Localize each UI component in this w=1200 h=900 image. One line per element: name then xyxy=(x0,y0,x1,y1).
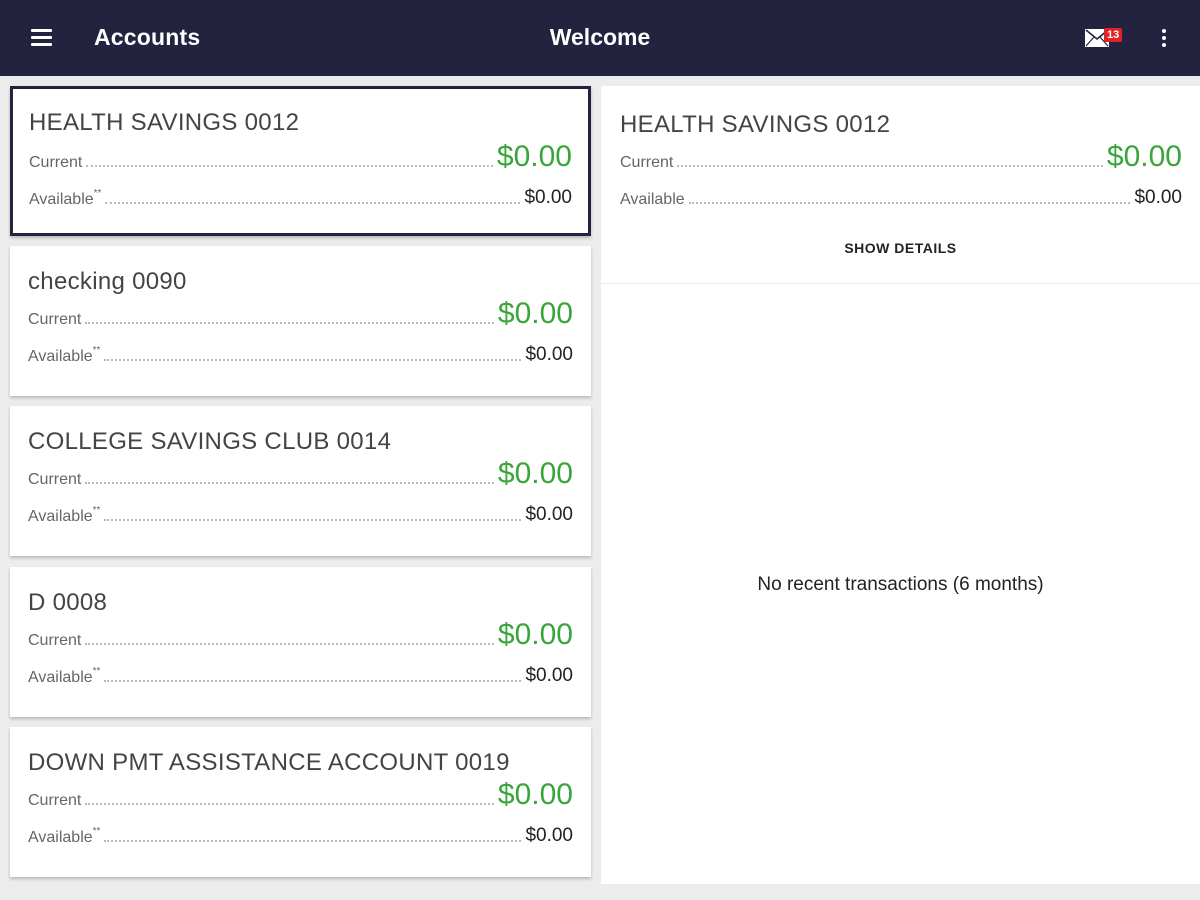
available-balance: $0.00 xyxy=(525,665,573,686)
current-balance-row: Current $0.00 xyxy=(28,618,573,651)
available-balance: $0.00 xyxy=(524,187,572,208)
no-transactions-message: No recent transactions (6 months) xyxy=(757,574,1044,595)
current-balance: $0.00 xyxy=(496,140,572,173)
dotted-leader xyxy=(85,322,494,324)
detail-account-name: HEALTH SAVINGS 0012 xyxy=(620,111,891,138)
current-balance-row: Current $0.00 xyxy=(28,457,573,490)
welcome-title: Welcome xyxy=(549,24,651,50)
current-balance-row: Current $0.00 xyxy=(28,778,573,811)
available-label: Available** xyxy=(28,505,101,525)
account-card[interactable]: HEALTH SAVINGS 0012 Current $0.00 Availa… xyxy=(10,86,591,236)
dotted-leader xyxy=(85,803,494,805)
current-balance-row: Current $0.00 xyxy=(29,140,572,173)
available-label: Available** xyxy=(29,188,102,208)
account-summary: HEALTH SAVINGS 0012 Current $0.00 Availa… xyxy=(601,86,1200,284)
account-card[interactable]: DOWN PMT ASSISTANCE ACCOUNT 0019 Current… xyxy=(10,727,591,877)
available-balance: $0.00 xyxy=(525,344,573,365)
current-label: Current xyxy=(620,154,674,171)
account-name: COLLEGE SAVINGS CLUB 0014 xyxy=(28,428,392,455)
account-name: HEALTH SAVINGS 0012 xyxy=(29,109,300,136)
dotted-leader xyxy=(688,202,1131,204)
available-label: Available** xyxy=(28,666,101,686)
available-balance: $0.00 xyxy=(525,504,573,525)
current-label: Current xyxy=(29,154,83,171)
current-balance: $0.00 xyxy=(497,618,573,651)
dotted-leader xyxy=(104,680,522,682)
available-footnote-mark: ** xyxy=(92,666,101,677)
current-balance: $0.00 xyxy=(497,297,573,330)
dotted-leader xyxy=(85,482,494,484)
more-vert-icon[interactable] xyxy=(1156,28,1172,50)
show-details-button[interactable]: SHOW DETAILS xyxy=(601,240,1200,256)
current-label: Current xyxy=(28,471,82,488)
dotted-leader xyxy=(105,202,521,204)
account-name: DOWN PMT ASSISTANCE ACCOUNT 0019 xyxy=(28,749,510,776)
available-label: Available xyxy=(620,191,685,208)
account-card[interactable]: checking 0090 Current $0.00 Available** … xyxy=(10,246,591,396)
account-card[interactable]: D 0008 Current $0.00 Available** $0.00 xyxy=(10,567,591,717)
unread-count-badge: 13 xyxy=(1104,28,1123,42)
account-name: D 0008 xyxy=(28,589,108,616)
page-title: Accounts xyxy=(94,24,201,50)
current-balance: $0.00 xyxy=(1106,140,1182,173)
account-name: checking 0090 xyxy=(28,268,187,295)
dotted-leader xyxy=(104,840,522,842)
available-balance-row: Available** $0.00 xyxy=(29,181,572,209)
available-footnote-mark: ** xyxy=(92,505,101,516)
account-detail-panel: HEALTH SAVINGS 0012 Current $0.00 Availa… xyxy=(601,86,1200,884)
available-balance: $0.00 xyxy=(525,825,573,846)
available-balance: $0.00 xyxy=(1134,187,1182,208)
dotted-leader xyxy=(104,519,522,521)
dotted-leader xyxy=(85,643,494,645)
current-balance-row: Current $0.00 xyxy=(620,140,1182,173)
app-bar: Accounts Welcome 13 xyxy=(0,0,1200,76)
available-footnote-mark: ** xyxy=(92,345,101,356)
available-balance-row: Available $0.00 xyxy=(620,181,1182,209)
dotted-leader xyxy=(86,165,493,167)
current-label: Current xyxy=(28,792,82,809)
messages-button[interactable]: 13 xyxy=(1085,28,1129,50)
current-label: Current xyxy=(28,632,82,649)
current-balance-row: Current $0.00 xyxy=(28,297,573,330)
available-label: Available** xyxy=(28,345,101,365)
available-balance-row: Available** $0.00 xyxy=(28,819,573,847)
account-card[interactable]: COLLEGE SAVINGS CLUB 0014 Current $0.00 … xyxy=(10,406,591,556)
dotted-leader xyxy=(104,359,522,361)
available-balance-row: Available** $0.00 xyxy=(28,498,573,526)
current-balance: $0.00 xyxy=(497,778,573,811)
current-label: Current xyxy=(28,311,82,328)
dotted-leader xyxy=(677,165,1103,167)
current-balance: $0.00 xyxy=(497,457,573,490)
available-footnote-mark: ** xyxy=(93,188,102,199)
available-balance-row: Available** $0.00 xyxy=(28,659,573,687)
available-label: Available** xyxy=(28,826,101,846)
available-footnote-mark: ** xyxy=(92,826,101,837)
menu-icon[interactable] xyxy=(29,27,55,49)
available-balance-row: Available** $0.00 xyxy=(28,338,573,366)
